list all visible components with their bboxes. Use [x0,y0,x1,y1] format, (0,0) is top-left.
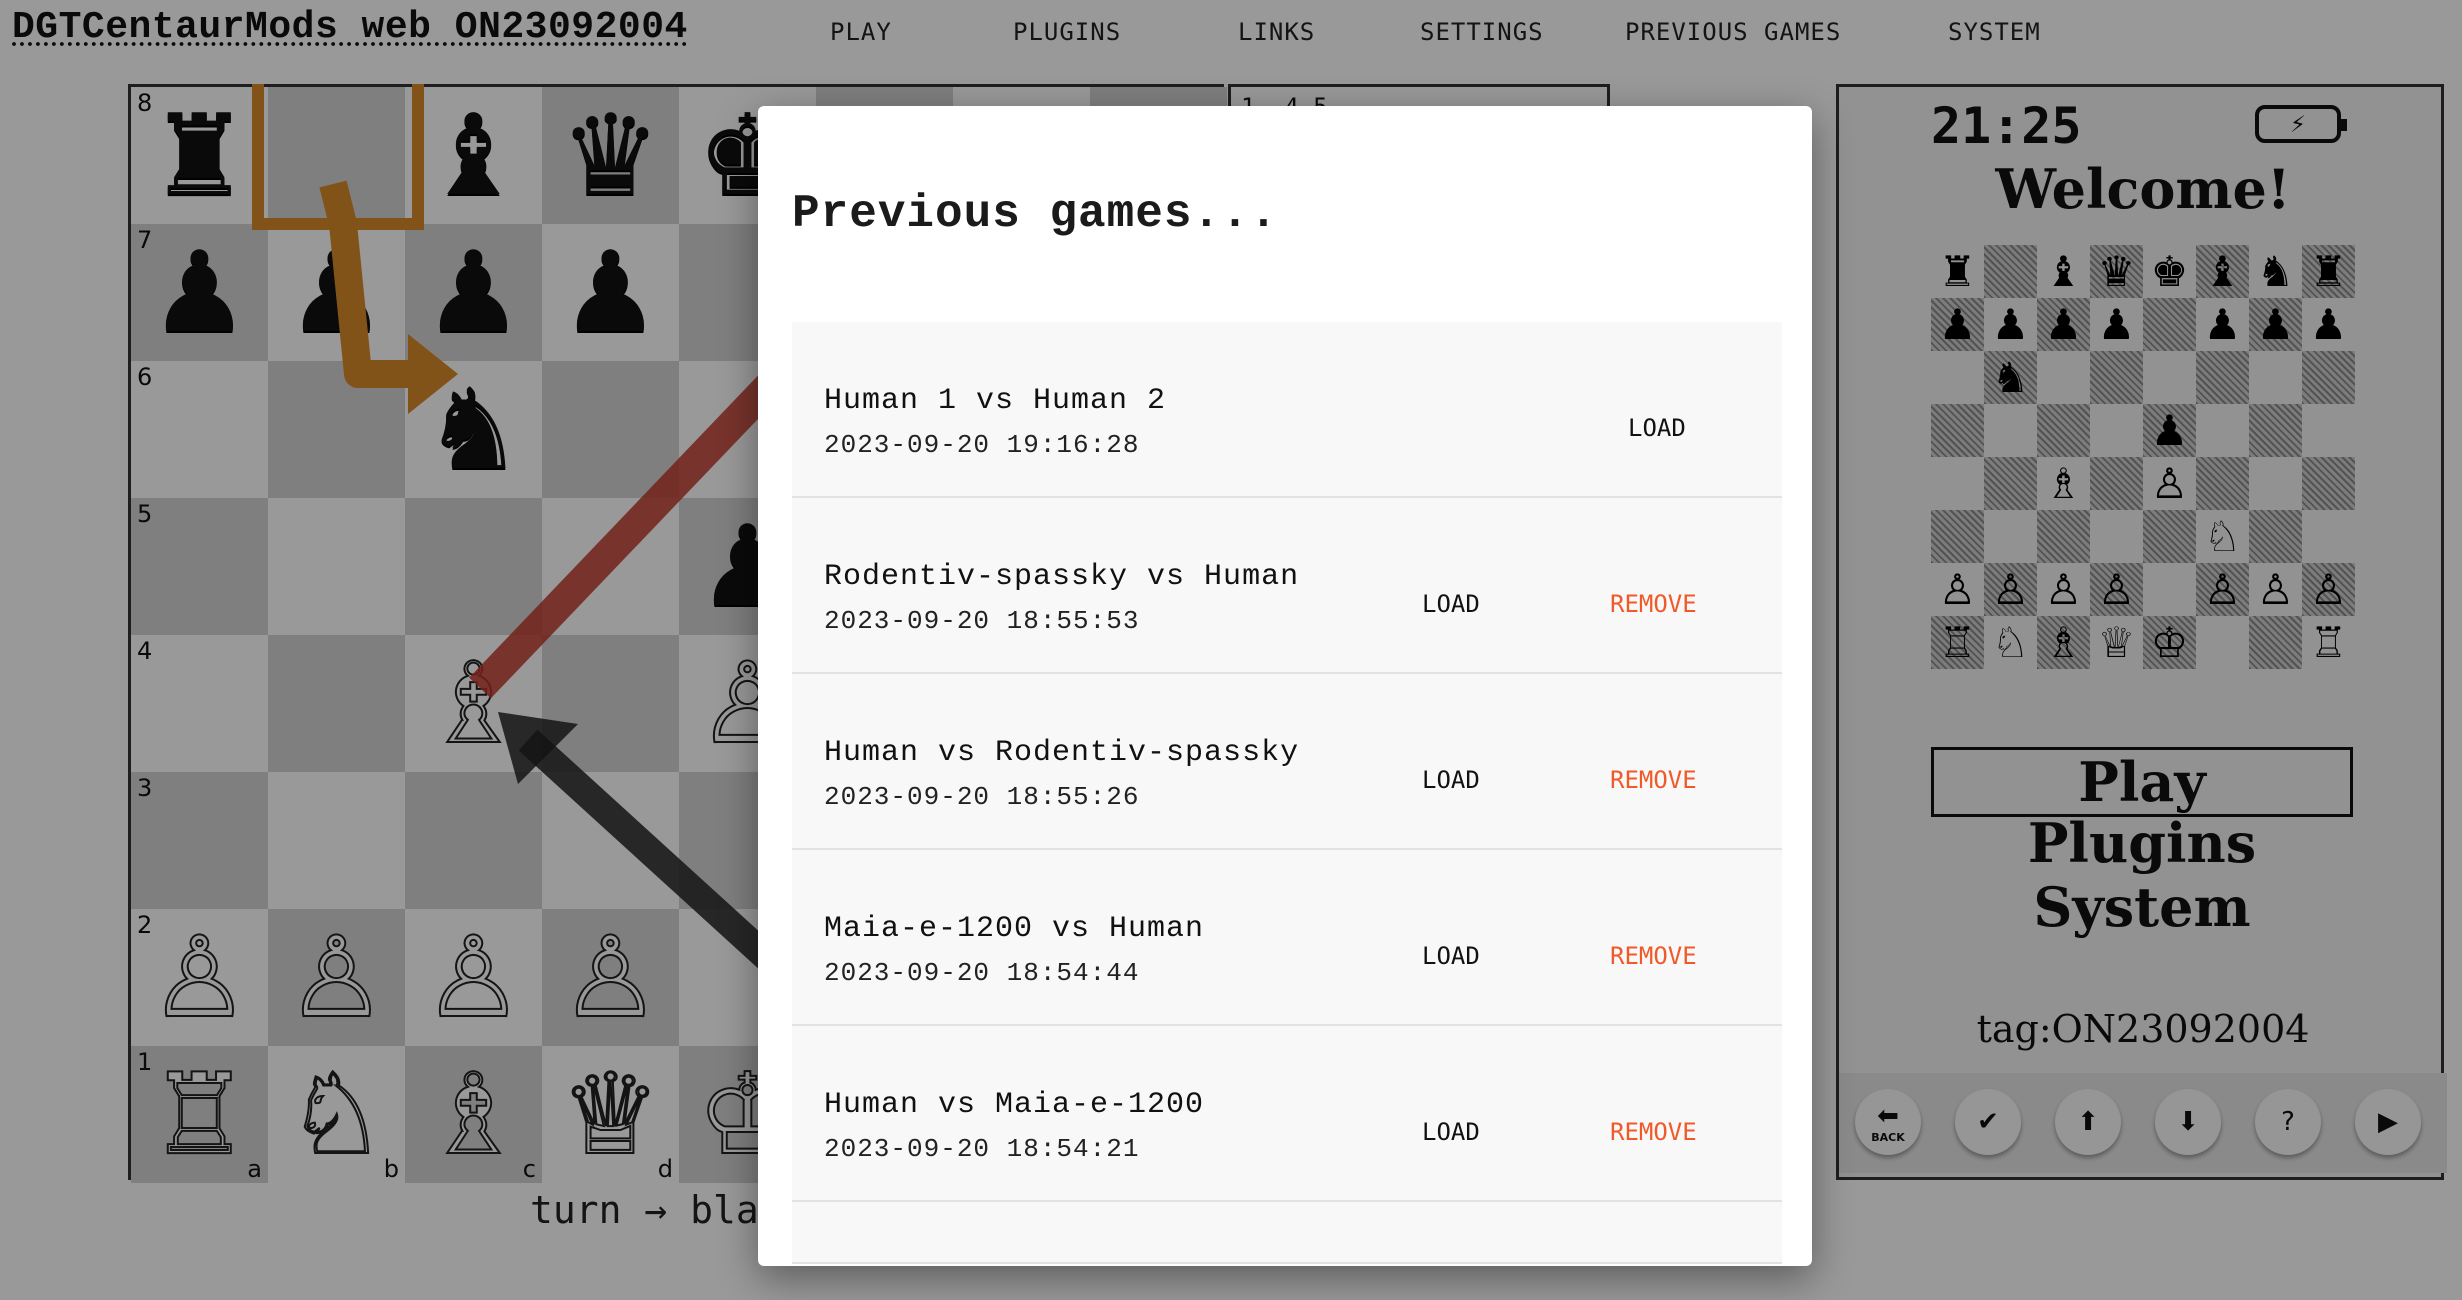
remove-button[interactable]: REMOVE [1610,766,1697,794]
dialog-title: Previous games... [792,188,1279,240]
game-row: Rodentiv-spassky vs Human 2023-09-20 18:5… [792,498,1782,674]
load-button[interactable]: LOAD [1422,1118,1480,1146]
game-date: 2023-09-20 18:55:53 [824,606,1140,636]
load-button[interactable]: LOAD [1422,590,1480,618]
game-title: Rodentiv-spassky vs Human [824,560,1300,594]
previous-games-dialog: Previous games... Human 1 vs Human 2 2023… [758,106,1812,1266]
game-title: Human vs Maia-e-1200 [824,1088,1205,1122]
game-row: Maia-e-1200 vs Human 2023-09-20 18:54:44 L… [792,850,1782,1026]
load-button[interactable]: LOAD [1628,414,1686,442]
game-row [792,1202,1782,1264]
game-title: Maia-e-1200 vs Human [824,912,1205,946]
remove-button[interactable]: REMOVE [1610,590,1697,618]
remove-button[interactable]: REMOVE [1610,1118,1697,1146]
game-row: Human vs Maia-e-1200 2023-09-20 18:54:21 L… [792,1026,1782,1202]
remove-button[interactable]: REMOVE [1610,942,1697,970]
games-list: Human 1 vs Human 2 2023-09-20 19:16:28 LOA… [792,322,1782,1264]
load-button[interactable]: LOAD [1422,942,1480,970]
load-button[interactable]: LOAD [1422,766,1480,794]
game-title: Human vs Rodentiv-spassky [824,736,1300,770]
game-date: 2023-09-20 18:54:44 [824,958,1140,988]
game-row: Human 1 vs Human 2 2023-09-20 19:16:28 LOA… [792,322,1782,498]
game-date: 2023-09-20 18:54:21 [824,1134,1140,1164]
game-row: Human vs Rodentiv-spassky 2023-09-20 18:5… [792,674,1782,850]
game-date: 2023-09-20 19:16:28 [824,430,1140,460]
game-title: Human 1 vs Human 2 [824,384,1167,418]
game-date: 2023-09-20 18:55:26 [824,782,1140,812]
